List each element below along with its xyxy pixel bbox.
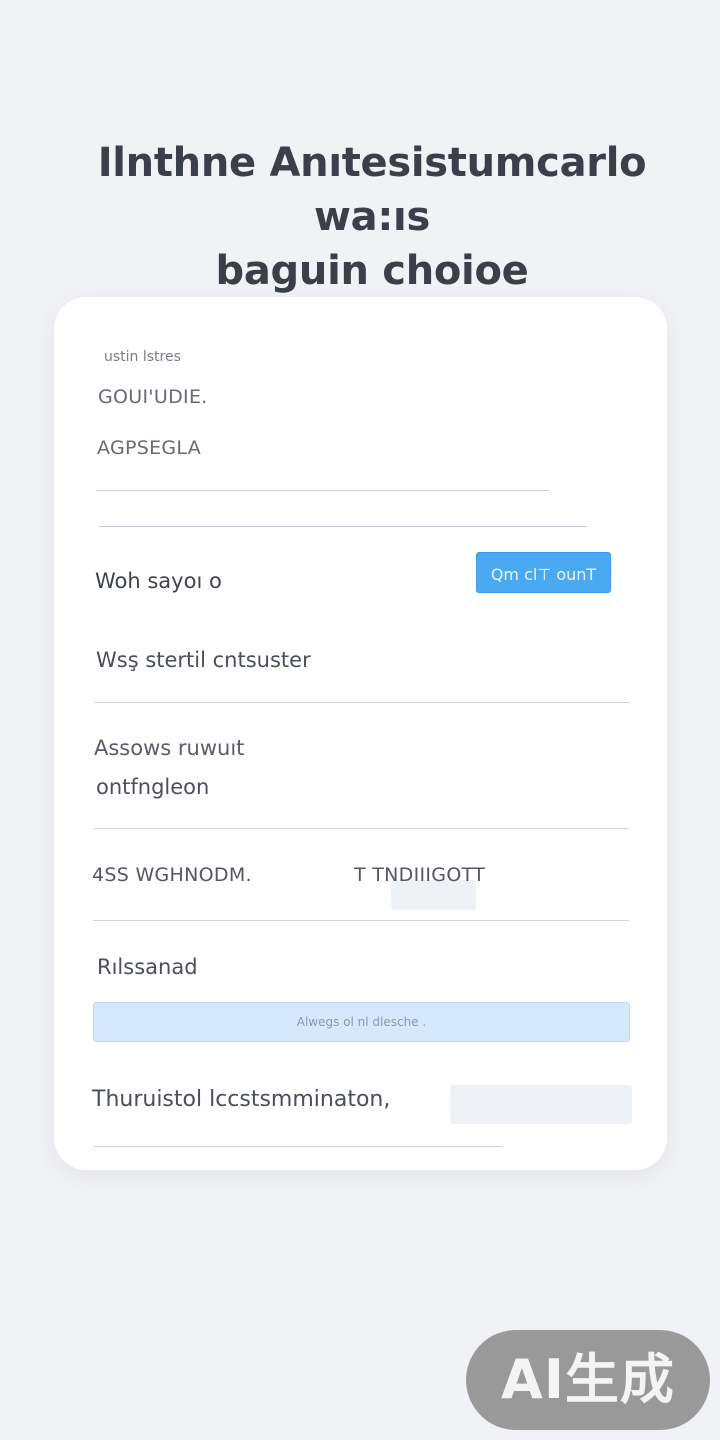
row-4-right-value: T TNDIIIGOTT <box>354 864 486 886</box>
field-underline-2 <box>99 526 587 527</box>
row-3-line-1: Assows ruwuıt <box>94 736 245 760</box>
page-title-line-1: Ilnthne Anıtesistumcarlo wa:ıs <box>97 140 647 240</box>
page-title: Ilnthne Anıtesistumcarlo wa:ıs baguin ch… <box>40 136 704 298</box>
row-5-label: Rılssanad <box>97 955 198 979</box>
field-underline-1 <box>96 490 549 491</box>
row-2-divider <box>94 702 629 703</box>
page-title-line-2: baguin choioe <box>215 248 529 294</box>
row-6-label: Thuruistol lccstsmminaton, <box>92 1087 391 1112</box>
row-6-divider <box>93 1146 502 1147</box>
ai-generated-watermark: AI生成 <box>466 1330 710 1430</box>
row-3-line-2[interactable]: ontfngleon <box>96 775 209 799</box>
get-count-button[interactable]: Qm cl⊤ ounT <box>476 552 611 593</box>
row-6-input-field[interactable] <box>450 1085 632 1124</box>
form-field-1-value[interactable]: GOUI'UDIE. <box>98 386 208 408</box>
form-field-2-value[interactable]: AGPSEGLA <box>97 437 201 459</box>
row-4-divider <box>93 920 629 921</box>
row-3-divider <box>94 828 628 829</box>
row-2-label[interactable]: Wsş stertil cntsuster <box>96 648 311 672</box>
row-1-label: Woh sayoı o <box>95 569 222 593</box>
search-input[interactable] <box>93 1002 630 1042</box>
form-small-label: ustin lstres <box>104 349 181 365</box>
row-4-left-value: 4SS WGHNODM. <box>92 864 252 886</box>
